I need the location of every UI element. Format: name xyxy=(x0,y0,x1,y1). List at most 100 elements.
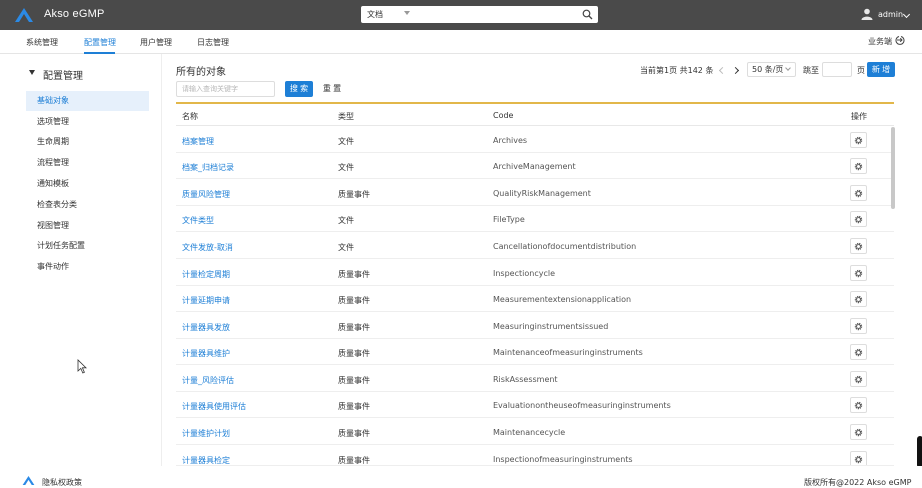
table-scrollbar[interactable] xyxy=(891,127,895,209)
object-code: Maintenanceofmeasuringinstruments xyxy=(493,348,643,357)
prev-page-icon[interactable] xyxy=(718,66,727,75)
settings-button[interactable] xyxy=(850,318,867,334)
sidebar-item-event-actions[interactable]: 事件动作 xyxy=(26,257,149,277)
user-menu[interactable]: admin xyxy=(878,10,903,19)
settings-button[interactable] xyxy=(850,424,867,440)
page-size-select[interactable]: 50 条/页 xyxy=(747,62,796,77)
object-name-link[interactable]: 计量延期申请 xyxy=(182,295,230,306)
settings-button[interactable] xyxy=(850,265,867,281)
tab-config[interactable]: 配置管理 xyxy=(84,37,116,48)
object-name-link[interactable]: 计量_风险评估 xyxy=(182,375,234,386)
logout-icon[interactable] xyxy=(895,35,905,45)
object-name-link[interactable]: 文件发放-取消 xyxy=(182,242,233,253)
object-name-link[interactable]: 计量器具维护 xyxy=(182,348,230,359)
settings-button[interactable] xyxy=(850,132,867,148)
chevron-down-icon[interactable] xyxy=(404,11,410,15)
user-avatar-icon[interactable] xyxy=(861,8,873,20)
query-input[interactable] xyxy=(176,81,275,97)
object-name-link[interactable]: 计量器具检定 xyxy=(182,455,230,465)
object-name-link[interactable]: 档案_归档记录 xyxy=(182,162,234,173)
sidebar-item-views[interactable]: 视图管理 xyxy=(26,216,149,236)
column-header-actions: 操作 xyxy=(851,112,867,121)
tab-users[interactable]: 用户管理 xyxy=(140,37,172,48)
table-row[interactable]: 文件发放-取消 文件 Cancellationofdocumentdistrib… xyxy=(176,233,894,259)
object-type: 文件 xyxy=(338,137,354,146)
table-row[interactable]: 计量检定周期 质量事件 Inspectioncycle xyxy=(176,260,894,286)
settings-button[interactable] xyxy=(850,211,867,227)
settings-button[interactable] xyxy=(850,371,867,387)
table-row[interactable]: 计量器具检定 质量事件 Inspectionofmeasuringinstrum… xyxy=(176,446,894,466)
page-size-value: 50 条/页 xyxy=(752,65,784,74)
sidebar-item-notification-templates[interactable]: 通知模板 xyxy=(26,174,149,194)
table-row[interactable]: 文件类型 文件 FileType xyxy=(176,206,894,232)
tab-system[interactable]: 系统管理 xyxy=(26,37,58,48)
table-row[interactable]: 档案管理 文件 Archives xyxy=(176,127,894,153)
sidebar-item-basic-objects[interactable]: 基础对象 xyxy=(26,91,149,111)
gear-icon xyxy=(854,428,863,437)
table-row[interactable]: 计量维护计划 质量事件 Maintenancecycle xyxy=(176,419,894,445)
object-code: FileType xyxy=(493,215,525,224)
table-row[interactable]: 档案_归档记录 文件 ArchiveManagement xyxy=(176,153,894,179)
object-code: Inspectioncycle xyxy=(493,269,555,278)
settings-button[interactable] xyxy=(850,238,867,254)
table-row[interactable]: 计量器具维护 质量事件 Maintenanceofmeasuringinstru… xyxy=(176,339,894,365)
tab-logs[interactable]: 日志管理 xyxy=(197,37,229,48)
search-icon[interactable] xyxy=(582,9,593,20)
settings-button[interactable] xyxy=(850,344,867,360)
table-row[interactable]: 计量器具使用评估 质量事件 Evaluationontheuseofmeasur… xyxy=(176,392,894,418)
object-name-link[interactable]: 计量检定周期 xyxy=(182,269,230,280)
akso-logo-icon[interactable] xyxy=(14,7,34,23)
settings-button[interactable] xyxy=(850,291,867,307)
next-page-icon[interactable] xyxy=(731,66,740,75)
sidebar-item-workflow[interactable]: 流程管理 xyxy=(26,153,149,173)
privacy-policy-link[interactable]: 隐私权政策 xyxy=(42,477,82,488)
object-name-link[interactable]: 质量风险管理 xyxy=(182,189,230,200)
sidebar-item-scheduled-tasks[interactable]: 计划任务配置 xyxy=(26,236,149,256)
table-row[interactable]: 计量_风险评估 质量事件 RiskAssessment xyxy=(176,366,894,392)
object-type: 质量事件 xyxy=(338,296,370,305)
add-button[interactable]: 新 增 xyxy=(867,62,895,77)
object-name-link[interactable]: 计量器具使用评估 xyxy=(182,401,246,412)
object-name-link[interactable]: 文件类型 xyxy=(182,215,214,226)
sidebar-item-checklist-categories[interactable]: 检查表分类 xyxy=(26,195,149,215)
gear-icon xyxy=(854,269,863,278)
chevron-down-icon[interactable] xyxy=(902,10,911,19)
object-name-link[interactable]: 计量器具发放 xyxy=(182,322,230,333)
search-type-select[interactable]: 文档 xyxy=(367,9,383,20)
object-type: 文件 xyxy=(338,243,354,252)
sidebar-item-options[interactable]: 选项管理 xyxy=(26,112,149,132)
column-header-name[interactable]: 名称 xyxy=(182,111,198,122)
column-header-code[interactable]: Code xyxy=(493,111,513,120)
table-row[interactable]: 质量风险管理 质量事件 QualityRiskManagement xyxy=(176,180,894,206)
reset-button[interactable]: 重 置 xyxy=(318,81,346,97)
object-code: Cancellationofdocumentdistribution xyxy=(493,242,637,251)
settings-button[interactable] xyxy=(850,451,867,465)
global-search[interactable]: 文档 xyxy=(361,6,598,23)
settings-button[interactable] xyxy=(850,397,867,413)
object-type: 文件 xyxy=(338,163,354,172)
table-row[interactable]: 计量延期申请 质量事件 Measurementextensionapplicat… xyxy=(176,286,894,312)
object-name-link[interactable]: 计量维护计划 xyxy=(182,428,230,439)
main-nav: 系统管理 配置管理 用户管理 日志管理 业务端 xyxy=(0,30,922,54)
gear-icon xyxy=(854,455,863,464)
copyright-text: 版权所有@2022 Akso eGMP xyxy=(804,478,912,487)
sidebar-title[interactable]: 配置管理 xyxy=(43,67,83,82)
settings-button[interactable] xyxy=(850,185,867,201)
gear-icon xyxy=(854,242,863,251)
settings-button[interactable] xyxy=(850,158,867,174)
search-button[interactable]: 搜 索 xyxy=(285,81,313,97)
caret-down-icon[interactable] xyxy=(29,70,35,75)
side-drawer-handle[interactable] xyxy=(917,436,922,468)
table-row[interactable]: 计量器具发放 质量事件 Measuringinstrumentsissued xyxy=(176,313,894,339)
business-link[interactable]: 业务端 xyxy=(868,36,892,47)
table-header: 名称 类型 Code 操作 xyxy=(176,104,894,126)
object-type: 文件 xyxy=(338,216,354,225)
object-code: Measuringinstrumentsissued xyxy=(493,322,609,331)
chevron-down-icon xyxy=(785,65,791,71)
object-type: 质量事件 xyxy=(338,190,370,199)
goto-page-input[interactable] xyxy=(822,62,852,77)
object-code: Inspectionofmeasuringinstruments xyxy=(493,455,633,464)
column-header-type[interactable]: 类型 xyxy=(338,111,354,122)
sidebar-item-lifecycle[interactable]: 生命周期 xyxy=(26,132,149,152)
object-name-link[interactable]: 档案管理 xyxy=(182,136,214,147)
